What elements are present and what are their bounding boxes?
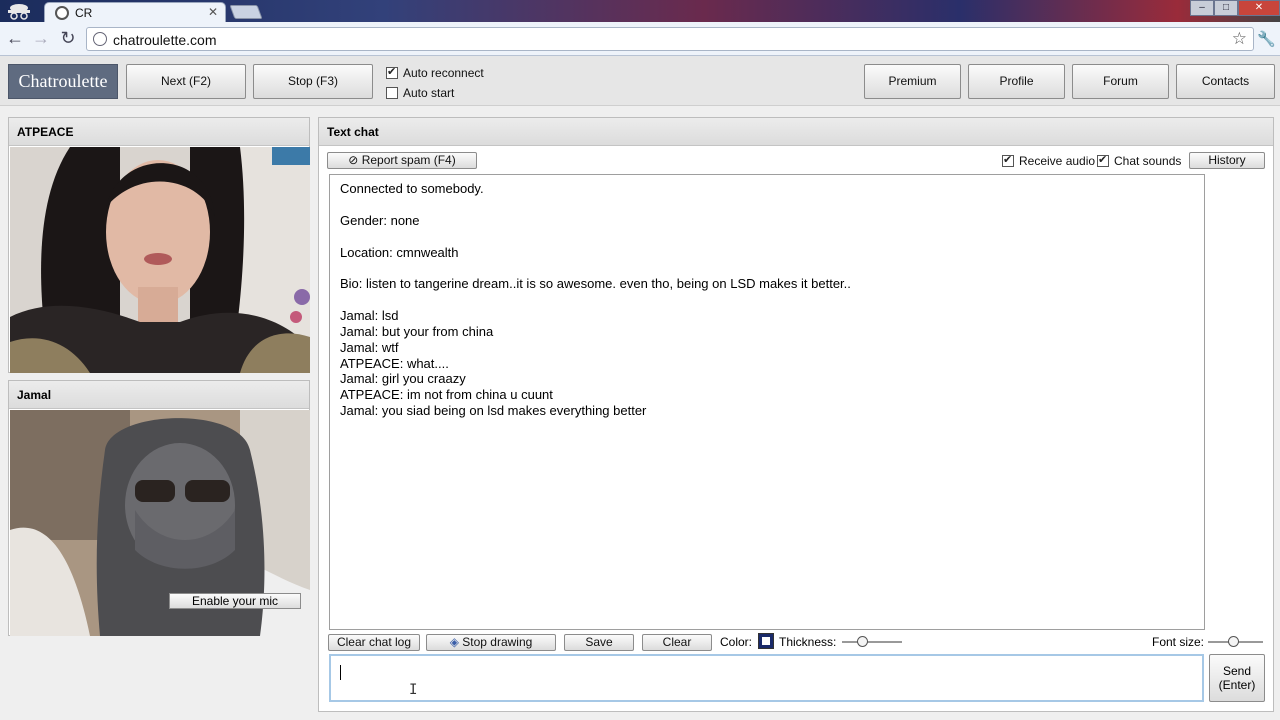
- partner-name: ATPEACE: [9, 118, 309, 146]
- forward-arrow-icon[interactable]: →: [30, 28, 52, 50]
- font-size-label: Font size:: [1152, 635, 1205, 649]
- text-chat-title: Text chat: [319, 118, 1273, 146]
- profile-button[interactable]: Profile: [968, 64, 1065, 99]
- chat-message: Jamal: but your from china: [340, 323, 494, 339]
- url-text: chatroulette.com: [113, 32, 217, 48]
- contacts-button[interactable]: Contacts: [1176, 64, 1275, 99]
- enable-mic-button[interactable]: Enable your mic: [169, 593, 301, 609]
- system-line: Gender: none: [340, 212, 420, 228]
- self-video-panel: Jamal Enable your mic: [8, 380, 310, 636]
- tab-close-icon[interactable]: ✕: [208, 5, 218, 19]
- window-controls: – □ ✕: [1190, 0, 1280, 16]
- send-button[interactable]: Send (Enter): [1209, 654, 1265, 702]
- logo[interactable]: Chatroulette: [8, 64, 118, 99]
- slider-track: [842, 641, 902, 643]
- auto-reconnect-label: Auto reconnect: [403, 66, 484, 80]
- slider-thumb[interactable]: [1228, 636, 1239, 647]
- ban-icon: ⊘: [348, 153, 359, 167]
- report-spam-label: Report spam (F4): [361, 153, 456, 167]
- auto-start-checkbox[interactable]: [386, 87, 398, 99]
- browser-title-bar: CR ✕ – □ ✕: [0, 0, 1280, 24]
- back-arrow-icon[interactable]: ←: [4, 28, 26, 50]
- send-hint: (Enter): [1218, 678, 1256, 692]
- system-line: Connected to somebody.: [340, 181, 484, 196]
- stop-button[interactable]: Stop (F3): [253, 64, 373, 99]
- chat-message: Jamal: girl you craazy: [340, 371, 466, 387]
- chatroulette-page: Chatroulette Next (F2) Stop (F3) Auto re…: [0, 56, 1280, 720]
- font-size-slider[interactable]: [1208, 636, 1263, 648]
- stop-drawing-button[interactable]: ◈ Stop drawing: [426, 634, 556, 651]
- premium-button[interactable]: Premium: [864, 64, 961, 99]
- receive-audio-label: Receive audio: [1019, 154, 1096, 168]
- system-line: Location: cmnwealth: [340, 244, 459, 260]
- globe-icon: [93, 32, 107, 46]
- auto-start-label: Auto start: [403, 86, 455, 100]
- clear-chat-log-button[interactable]: Clear chat log: [328, 634, 420, 651]
- system-line: Bio: listen to tangerine dream..it is so…: [340, 276, 851, 292]
- browser-toolbar: ← → ↻ chatroulette.com ☆ 🔧: [0, 22, 1280, 56]
- stop-drawing-label: Stop drawing: [462, 635, 533, 649]
- maximize-button[interactable]: □: [1214, 0, 1238, 16]
- bookmark-star-icon[interactable]: ☆: [1232, 29, 1247, 49]
- receive-audio-checkbox[interactable]: [1002, 153, 1014, 167]
- chatroulette-favicon-icon: [55, 6, 69, 20]
- auto-start-option[interactable]: Auto start: [386, 86, 454, 100]
- message-input[interactable]: I: [329, 654, 1204, 702]
- chat-sounds-option[interactable]: Chat sounds: [1097, 153, 1182, 168]
- tab-title: CR: [75, 6, 93, 20]
- color-label: Color:: [720, 635, 753, 649]
- new-tab-button[interactable]: [229, 5, 263, 19]
- close-window-button[interactable]: ✕: [1238, 0, 1280, 16]
- pencil-icon: ◈: [449, 635, 459, 649]
- ibeam-cursor-icon: I: [409, 682, 418, 698]
- save-button[interactable]: Save: [564, 634, 634, 651]
- thickness-label: Thickness:: [779, 635, 837, 649]
- partner-video-panel: ATPEACE: [8, 117, 310, 373]
- clear-button[interactable]: Clear: [642, 634, 712, 651]
- self-name: Jamal: [9, 381, 309, 409]
- thickness-slider[interactable]: [842, 636, 902, 648]
- chat-log[interactable]: Connected to somebody. Gender: none Loca…: [329, 174, 1205, 630]
- send-label: Send: [1222, 664, 1252, 678]
- text-chat-panel: Text chat ⊘ Report spam (F4) Receive aud…: [318, 117, 1274, 712]
- chat-message: ATPEACE: what....: [340, 355, 449, 371]
- minimize-button[interactable]: –: [1190, 0, 1214, 16]
- color-swatch-inner: [762, 637, 770, 645]
- wrench-icon[interactable]: 🔧: [1257, 30, 1276, 48]
- chat-sounds-checkbox[interactable]: [1097, 153, 1109, 167]
- slider-thumb[interactable]: [857, 636, 868, 647]
- incognito-icon: [8, 4, 30, 20]
- forum-button[interactable]: Forum: [1072, 64, 1169, 99]
- receive-audio-option[interactable]: Receive audio: [1002, 153, 1096, 168]
- partner-video: [10, 147, 310, 373]
- chat-message: ATPEACE: im not from china u cuunt: [340, 387, 553, 403]
- browser-tab[interactable]: CR ✕: [44, 2, 226, 24]
- report-spam-button[interactable]: ⊘ Report spam (F4): [327, 152, 477, 169]
- address-bar[interactable]: chatroulette.com ☆: [86, 27, 1254, 51]
- chat-message: Jamal: you siad being on lsd makes every…: [340, 402, 647, 418]
- auto-reconnect-checkbox[interactable]: [386, 65, 398, 79]
- top-bar: Chatroulette Next (F2) Stop (F3) Auto re…: [0, 56, 1280, 106]
- history-button[interactable]: History: [1189, 152, 1265, 169]
- chat-message: Jamal: lsd: [340, 308, 399, 324]
- text-caret: [340, 665, 341, 680]
- color-swatch[interactable]: [758, 633, 774, 649]
- chat-message: Jamal: wtf: [340, 339, 399, 355]
- chat-sounds-label: Chat sounds: [1114, 154, 1182, 168]
- auto-reconnect-option[interactable]: Auto reconnect: [386, 65, 484, 80]
- next-button[interactable]: Next (F2): [126, 64, 246, 99]
- reload-icon[interactable]: ↻: [57, 28, 79, 50]
